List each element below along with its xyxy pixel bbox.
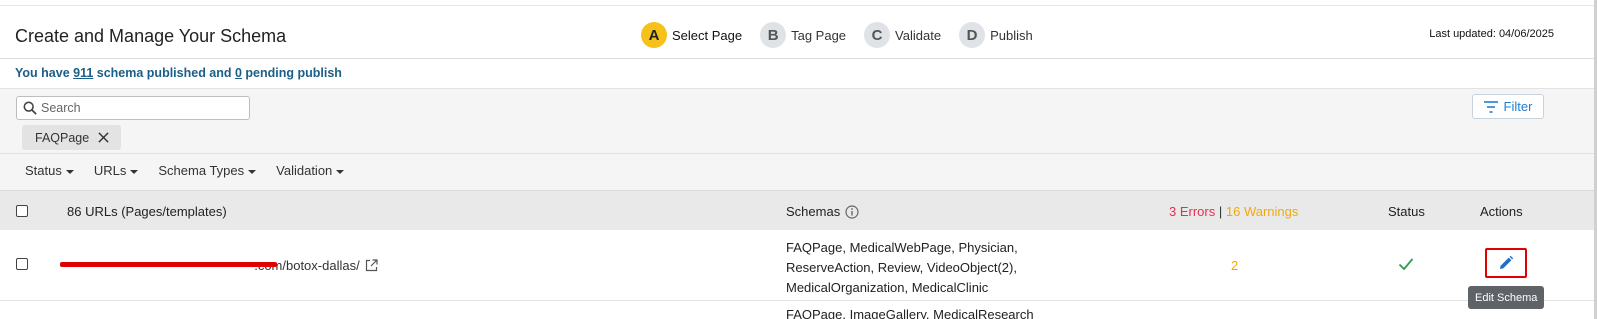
search-box[interactable]	[16, 96, 250, 120]
step-label: Validate	[895, 27, 942, 43]
warnings-count[interactable]: 16 Warnings	[1226, 204, 1299, 219]
validation-column-header: 3 Errors | 16 Warnings	[1169, 204, 1298, 219]
filter-dropdowns: Status URLs Schema Types Validation	[25, 163, 364, 178]
info-icon[interactable]	[845, 204, 859, 219]
url-redaction-mark	[60, 262, 277, 267]
divider	[0, 153, 1594, 154]
filter-chip-label: FAQPage	[35, 130, 90, 145]
page-title: Create and Manage Your Schema	[15, 26, 287, 46]
summary-suffix: pending publish	[241, 66, 342, 80]
step-letter-c: C	[864, 22, 891, 48]
published-count-link[interactable]: 911	[73, 66, 93, 80]
step-validate[interactable]: C Validate	[864, 22, 941, 48]
filter-button-label: Filter	[1503, 99, 1533, 114]
step-label: Publish	[990, 27, 1033, 43]
last-updated-text: Last updated: 04/06/2025	[1429, 28, 1554, 40]
edit-schema-tooltip: Edit Schema	[1468, 286, 1545, 309]
filter-icon	[1483, 100, 1498, 113]
status-column-header: Status	[1388, 204, 1425, 219]
schemas-line: MedicalOrganization, MedicalClinic	[786, 280, 989, 295]
schemas-line: ReserveAction, Review, VideoObject(2),	[786, 260, 1017, 275]
dropdown-label: Schema Types	[158, 163, 245, 178]
select-all-checkbox[interactable]	[16, 205, 28, 217]
step-letter-d: D	[959, 22, 986, 48]
filter-button[interactable]: Filter	[1472, 94, 1544, 119]
dropdown-label: Status	[25, 163, 62, 178]
next-row-partial: FAQPage, ImageGallery, MedicalResearch	[786, 307, 1034, 319]
summary-prefix: You have	[15, 66, 74, 80]
step-letter-a: A	[641, 22, 667, 48]
row-checkbox[interactable]	[16, 258, 28, 270]
external-link-icon[interactable]	[365, 259, 378, 272]
row-schemas: FAQPage, MedicalWebPage, Physician, Rese…	[786, 238, 1066, 298]
schema-manager-page: Create and Manage Your Schema A Select P…	[0, 0, 1597, 319]
header-separator: |	[1218, 204, 1223, 219]
filter-toolbar: FAQPage Filter Status URLs	[0, 88, 1594, 190]
actions-column-header: Actions	[1480, 204, 1523, 219]
pending-count-link[interactable]: 0	[235, 66, 242, 80]
dropdown-label: URLs	[93, 163, 127, 178]
step-indicator: A Select Page B Tag Page C Validate D Pu…	[641, 22, 1051, 48]
pencil-icon	[1500, 255, 1514, 269]
filter-chip[interactable]: FAQPage	[22, 125, 122, 150]
caret-down-icon	[336, 169, 345, 174]
status-dropdown[interactable]: Status	[25, 163, 74, 178]
schemas-header-label: Schemas	[786, 204, 841, 219]
validation-dropdown[interactable]: Validation	[276, 163, 345, 178]
summary-middle: schema published and	[93, 66, 235, 80]
errors-count[interactable]: 3 Errors	[1169, 204, 1215, 219]
page-header: Create and Manage Your Schema A Select P…	[0, 7, 1594, 59]
step-label: Tag Page	[791, 27, 847, 43]
table-row: https://www.westlakedermatology.com/boto…	[0, 231, 1594, 301]
publish-summary: You have 911 schema published and 0 pend…	[15, 66, 342, 80]
row-warnings-count[interactable]: 2	[1231, 258, 1238, 273]
top-edge	[0, 0, 1597, 6]
step-tag-page[interactable]: B Tag Page	[760, 22, 846, 48]
schema-types-dropdown[interactable]: Schema Types	[158, 163, 257, 178]
step-select-page[interactable]: A Select Page	[641, 22, 742, 48]
schemas-line: FAQPage, MedicalWebPage, Physician,	[786, 240, 1018, 255]
close-icon[interactable]	[98, 132, 109, 143]
search-icon	[23, 101, 37, 115]
step-label: Select Page	[672, 27, 743, 43]
check-icon	[1398, 258, 1414, 271]
step-letter-b: B	[760, 22, 787, 48]
urls-dropdown[interactable]: URLs	[94, 163, 139, 178]
caret-down-icon	[65, 169, 74, 174]
caret-down-icon	[130, 169, 139, 174]
edit-schema-button[interactable]	[1485, 248, 1527, 278]
urls-column-header: 86 URLs (Pages/templates)	[67, 204, 227, 219]
search-input[interactable]	[41, 99, 241, 117]
step-publish[interactable]: D Publish	[959, 22, 1033, 48]
table-header: 86 URLs (Pages/templates) Schemas 3 Erro…	[0, 190, 1594, 230]
schemas-column-header: Schemas	[786, 204, 859, 219]
dropdown-label: Validation	[276, 163, 333, 178]
caret-down-icon	[248, 169, 257, 174]
